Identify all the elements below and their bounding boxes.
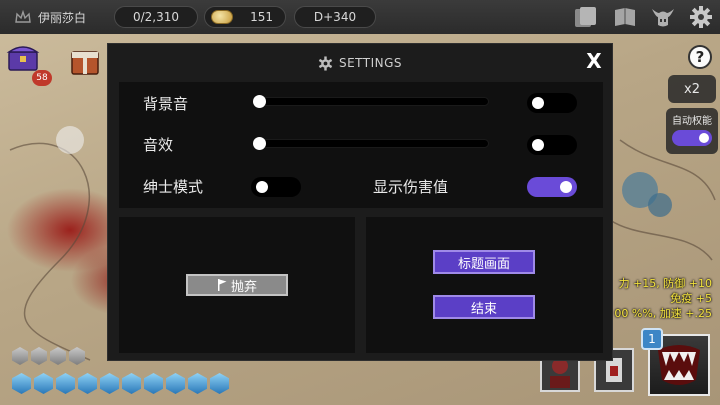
mana-hex (166, 373, 185, 394)
chest-count-badge: 58 (32, 70, 52, 86)
auto-skill-toggle[interactable] (672, 130, 712, 146)
settings-options-panel: 背景音 音效 绅士模式 显示伤害值 (119, 82, 603, 208)
speed-button[interactable]: x2 (668, 75, 716, 103)
mana-hex (188, 373, 207, 394)
stamina-counter: 0/2,310 (114, 6, 198, 28)
mana-hex (56, 373, 75, 394)
gear-icon[interactable] (688, 5, 714, 29)
auto-skill-label: 自动权能 (672, 116, 712, 127)
mana-hex-empty (50, 347, 66, 365)
settings-title-text: SETTINGS (338, 56, 403, 70)
player-info: 伊丽莎白 (14, 7, 86, 27)
gear-icon (318, 55, 333, 71)
player-name: 伊丽莎白 (38, 10, 87, 25)
stat-line: 免疫 +5 (670, 292, 712, 305)
settings-title: SETTINGS (108, 54, 612, 72)
mana-hex (210, 373, 229, 394)
crate-icon[interactable] (68, 44, 102, 78)
gold-value: 151 (250, 10, 273, 24)
flag-icon (217, 279, 227, 291)
show-damage-toggle[interactable] (527, 177, 577, 197)
sfx-slider-knob[interactable] (253, 137, 266, 150)
toggle-knob (256, 181, 268, 193)
chest-icon[interactable] (6, 40, 40, 74)
help-button[interactable]: ? (688, 45, 712, 69)
show-damage-label: 显示伤害值 (373, 178, 449, 196)
gold-counter: 151 (204, 6, 286, 28)
toggle-knob (532, 139, 544, 151)
mana-hex (122, 373, 141, 394)
day-counter: D+340 (294, 6, 376, 28)
mana-row (12, 373, 229, 394)
card-icon[interactable] (572, 5, 598, 29)
settings-dialog: SETTINGS X 背景音 音效 绅士模式 显示伤害值 抛弃 标题画面 结束 (107, 43, 613, 361)
mana-hex (34, 373, 53, 394)
toggle-knob (699, 133, 709, 143)
reserve-mana-row (12, 347, 85, 365)
bgm-slider-knob[interactable] (253, 95, 266, 108)
mana-hex-empty (31, 347, 47, 365)
book-icon[interactable] (612, 5, 638, 29)
stat-line: 00 %%, 加速 +.25 (614, 307, 712, 320)
mana-hex (78, 373, 97, 394)
gentleman-mode-label: 绅士模式 (143, 178, 204, 196)
bgm-label: 背景音 (143, 95, 189, 113)
mana-hex (144, 373, 163, 394)
sfx-label: 音效 (143, 136, 174, 154)
navigation-panel: 标题画面 结束 (366, 217, 603, 353)
bgm-toggle[interactable] (527, 93, 577, 113)
horned-helmet-icon[interactable] (650, 5, 676, 29)
coin-icon (211, 10, 233, 24)
stat-buff-text: 力 +15, 防御 +10 免疫 +5 00 %%, 加速 +.25 (600, 276, 712, 321)
bgm-slider[interactable] (253, 95, 489, 108)
sfx-toggle[interactable] (527, 135, 577, 155)
title-screen-button[interactable]: 标题画面 (433, 250, 535, 274)
mana-hex-empty (69, 347, 85, 365)
mana-hex (12, 373, 31, 394)
toggle-knob (560, 181, 572, 193)
mana-hex-empty (12, 347, 28, 365)
gentleman-mode-toggle[interactable] (251, 177, 301, 197)
crown-icon (15, 9, 31, 23)
sfx-slider[interactable] (253, 137, 489, 150)
auto-skill-control: 自动权能 (666, 108, 718, 154)
mana-hex (100, 373, 119, 394)
stat-line: 力 +15, 防御 +10 (618, 277, 712, 290)
ultimate-level-badge: 1 (641, 328, 663, 350)
close-button[interactable]: X (583, 49, 605, 73)
abandon-button-label: 抛弃 (230, 279, 257, 295)
toggle-knob (532, 97, 544, 109)
abandon-panel: 抛弃 (119, 217, 355, 353)
abandon-button[interactable]: 抛弃 (186, 274, 288, 296)
quit-button[interactable]: 结束 (433, 295, 535, 319)
